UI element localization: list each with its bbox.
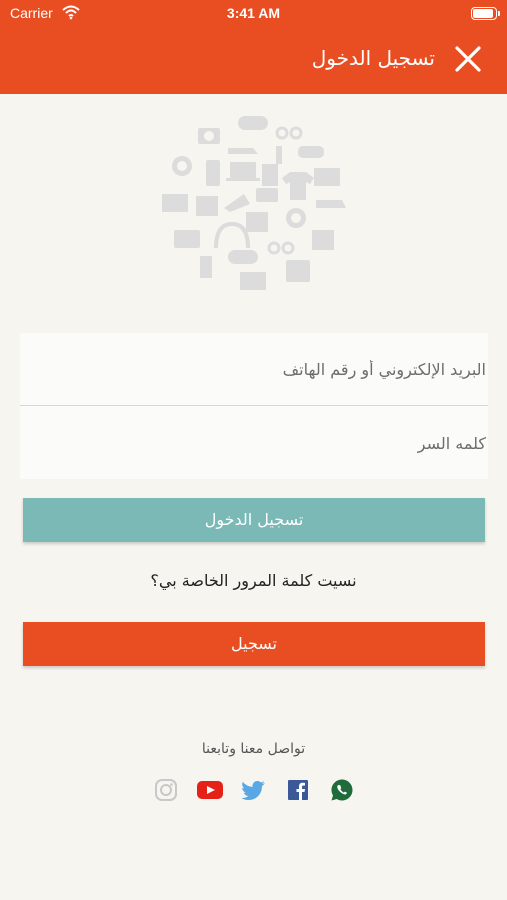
clock: 3:41 AM	[226, 5, 281, 21]
login-button[interactable]: تسجيل الدخول	[23, 498, 485, 542]
field-divider	[20, 405, 488, 406]
twitter-icon[interactable]	[242, 778, 266, 802]
register-button[interactable]: تسجيل	[23, 622, 485, 666]
whatsapp-icon[interactable]	[330, 778, 354, 802]
forgot-password-link[interactable]: نسيت كلمة المرور الخاصة بي؟	[0, 571, 507, 590]
youtube-icon[interactable]	[196, 778, 224, 802]
shopping-categories-illustration	[162, 116, 346, 290]
login-form	[20, 333, 488, 479]
page-title: تسجيل الدخول	[311, 46, 435, 70]
social-heading: تواصل معنا وتابعنا	[201, 741, 306, 757]
facebook-icon[interactable]	[286, 778, 310, 802]
instagram-icon[interactable]	[154, 778, 178, 802]
close-icon[interactable]	[453, 44, 483, 74]
email-field[interactable]	[20, 333, 488, 405]
password-field[interactable]	[20, 407, 488, 479]
status-bar: Carrier 3:41 AM	[0, 0, 507, 28]
battery-icon	[471, 7, 500, 20]
nav-bar: تسجيل الدخول	[0, 28, 507, 94]
